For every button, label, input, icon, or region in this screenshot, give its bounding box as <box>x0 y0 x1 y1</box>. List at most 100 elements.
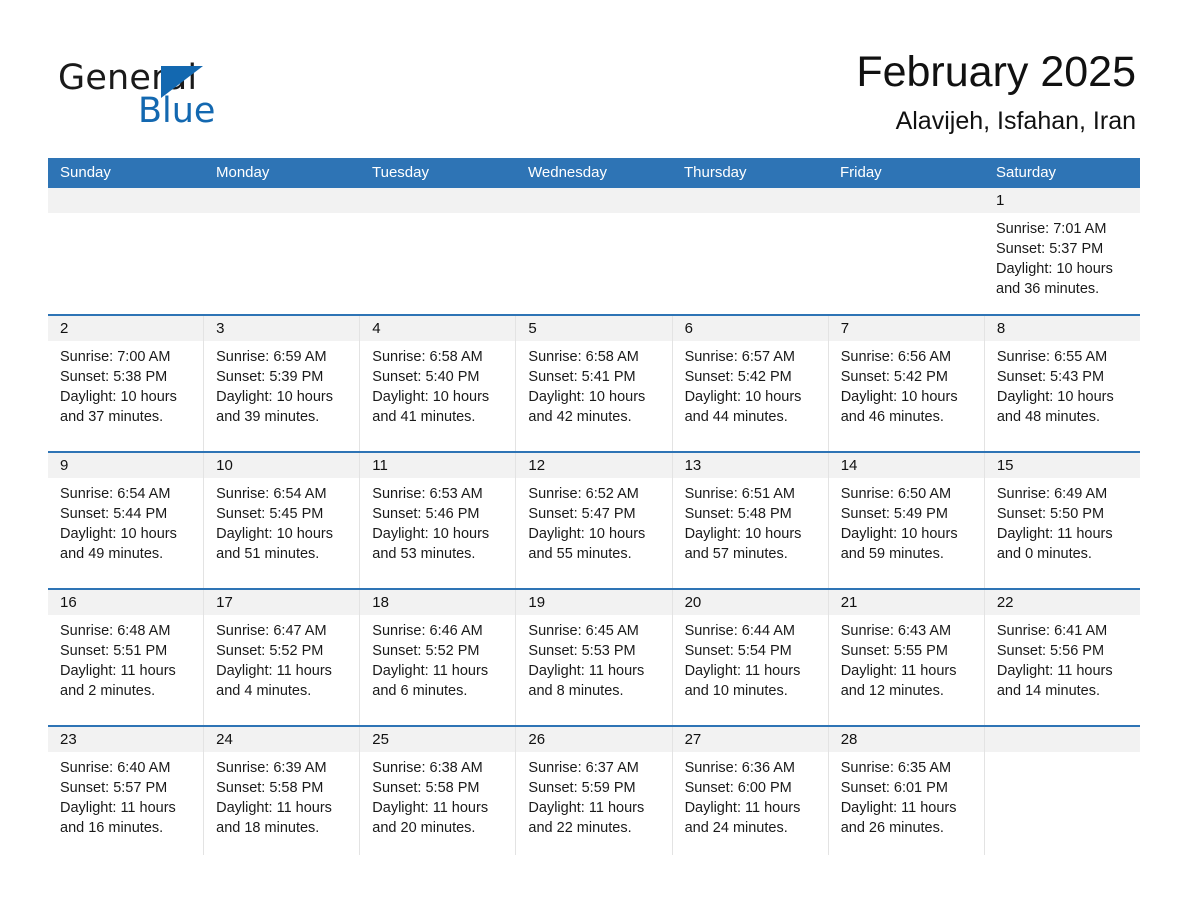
sunrise-text: Sunrise: 6:43 AM <box>840 623 952 639</box>
day-cell[interactable]: 21 Sunrise: 6:43 AM Sunset: 5:55 PM Dayligh… <box>828 590 985 725</box>
day-cell[interactable]: 10 Sunrise: 6:54 AM Sunset: 5:45 PM Dayligh… <box>204 453 361 588</box>
day-cell[interactable]: 8 Sunrise: 6:55 AM Sunset: 5:43 PM Daylight… <box>984 316 1140 451</box>
sunrise-text: Sunrise: 6:56 AM <box>840 349 952 365</box>
day-cell[interactable]: 17 Sunrise: 6:47 AM Sunset: 5:52 PM Dayligh… <box>204 590 361 725</box>
daylight-text: Daylight: 11 hours and 10 minutes. <box>684 663 801 699</box>
day-number: 17 <box>204 590 360 615</box>
day-number: 26 <box>516 727 672 752</box>
sunset-text: Sunset: 5:59 PM <box>528 780 636 796</box>
day-cell[interactable]: 15 Sunrise: 6:49 AM Sunset: 5:50 PM Dayligh… <box>984 453 1140 588</box>
day-cell[interactable]: 22 Sunrise: 6:41 AM Sunset: 5:56 PM Dayligh… <box>984 590 1140 725</box>
day-details: Sunrise: 6:48 AM Sunset: 5:51 PM Daylight:… <box>48 615 203 701</box>
page-title: February 2025 <box>856 48 1136 96</box>
day-cell[interactable]: 26 Sunrise: 6:37 AM Sunset: 5:59 PM Dayligh… <box>516 727 673 855</box>
sunrise-text: Sunrise: 6:44 AM <box>684 623 795 639</box>
day-number: 24 <box>204 727 360 752</box>
day-cell[interactable]: 9 Sunrise: 6:54 AM Sunset: 5:44 PM Daylight… <box>48 453 205 588</box>
weekday-header-sunday: Sunday <box>60 164 111 181</box>
day-cell[interactable]: 4 Sunrise: 6:58 AM Sunset: 5:40 PM Daylight… <box>360 316 517 451</box>
day-details: Sunrise: 6:54 AM Sunset: 5:44 PM Daylight:… <box>48 478 203 564</box>
day-cell[interactable]: 11 Sunrise: 6:53 AM Sunset: 5:46 PM Dayligh… <box>360 453 517 588</box>
day-cell[interactable]: 13 Sunrise: 6:51 AM Sunset: 5:48 PM Dayligh… <box>672 453 829 588</box>
sunrise-text: Sunrise: 6:53 AM <box>372 486 483 502</box>
sunrise-text: Sunrise: 6:46 AM <box>372 623 483 639</box>
calendar-week-row: 2 Sunrise: 7:00 AM Sunset: 5:38 PM Daylight… <box>48 314 1140 451</box>
day-details: Sunrise: 6:51 AM Sunset: 5:48 PM Daylight:… <box>673 478 828 564</box>
sunrise-text: Sunrise: 6:54 AM <box>216 486 327 502</box>
day-cell[interactable]: 20 Sunrise: 6:44 AM Sunset: 5:54 PM Dayligh… <box>672 590 829 725</box>
day-cell[interactable]: 23 Sunrise: 6:40 AM Sunset: 5:57 PM Dayligh… <box>48 727 205 855</box>
day-cell[interactable]: 18 Sunrise: 6:46 AM Sunset: 5:52 PM Dayligh… <box>360 590 517 725</box>
day-cell[interactable]: 5 Sunrise: 6:58 AM Sunset: 5:41 PM Daylight… <box>516 316 673 451</box>
sunrise-text: Sunrise: 6:41 AM <box>996 623 1108 639</box>
day-cell[interactable]: 2 Sunrise: 7:00 AM Sunset: 5:38 PM Daylight… <box>48 316 205 451</box>
sunset-text: Sunset: 5:49 PM <box>840 506 948 522</box>
daylight-text: Daylight: 10 hours and 59 minutes. <box>840 526 958 562</box>
sunset-text: Sunset: 5:38 PM <box>60 369 168 385</box>
calendar-week-row: 16 Sunrise: 6:48 AM Sunset: 5:51 PM Dayligh… <box>48 588 1140 725</box>
day-cell-empty <box>516 188 672 314</box>
sunset-text: Sunset: 5:40 PM <box>372 369 480 385</box>
sunrise-text: Sunrise: 6:36 AM <box>684 760 795 776</box>
daylight-text: Daylight: 11 hours and 2 minutes. <box>60 663 176 699</box>
day-details: Sunrise: 6:35 AM Sunset: 6:01 PM Daylight:… <box>829 752 984 838</box>
sunset-text: Sunset: 6:01 PM <box>840 780 948 796</box>
daylight-text: Daylight: 10 hours and 53 minutes. <box>372 526 490 562</box>
day-cell[interactable]: 1 Sunrise: 7:01 AM Sunset: 5:37 PM Daylight… <box>984 188 1140 314</box>
day-details: Sunrise: 6:54 AM Sunset: 5:45 PM Daylight:… <box>204 478 359 564</box>
day-details: Sunrise: 6:53 AM Sunset: 5:46 PM Daylight:… <box>360 478 515 564</box>
day-details: Sunrise: 6:41 AM Sunset: 5:56 PM Daylight:… <box>985 615 1140 701</box>
sunrise-text: Sunrise: 6:45 AM <box>528 623 639 639</box>
day-cell[interactable]: 14 Sunrise: 6:50 AM Sunset: 5:49 PM Dayligh… <box>828 453 985 588</box>
title-block: February 2025 Alavijeh, Isfahan, Iran <box>856 44 1136 138</box>
day-cell-empty <box>360 188 516 314</box>
calendar-grid: Sunday Monday Tuesday Wednesday Thursday… <box>48 158 1140 855</box>
day-details: Sunrise: 6:50 AM Sunset: 5:49 PM Daylight:… <box>829 478 984 564</box>
daylight-text: Daylight: 11 hours and 18 minutes. <box>216 800 332 836</box>
sunset-text: Sunset: 5:37 PM <box>996 241 1104 257</box>
daylight-text: Daylight: 10 hours and 55 minutes. <box>528 526 646 562</box>
sunset-text: Sunset: 5:56 PM <box>996 643 1105 659</box>
daylight-text: Daylight: 11 hours and 26 minutes. <box>840 800 957 836</box>
day-details: Sunrise: 6:56 AM Sunset: 5:42 PM Daylight:… <box>829 341 984 427</box>
general-blue-logo: General Blue <box>58 58 318 138</box>
day-details: Sunrise: 6:58 AM Sunset: 5:41 PM Daylight:… <box>516 341 671 427</box>
day-number: 1 <box>984 188 1140 213</box>
sunrise-text: Sunrise: 6:57 AM <box>684 349 795 365</box>
day-number: 16 <box>48 590 204 615</box>
day-cell[interactable]: 19 Sunrise: 6:45 AM Sunset: 5:53 PM Dayligh… <box>516 590 673 725</box>
day-details: Sunrise: 6:45 AM Sunset: 5:53 PM Daylight:… <box>516 615 671 701</box>
day-details: Sunrise: 6:40 AM Sunset: 5:57 PM Daylight:… <box>48 752 203 838</box>
day-number: 22 <box>984 590 1140 615</box>
day-cell[interactable]: 12 Sunrise: 6:52 AM Sunset: 5:47 PM Dayligh… <box>516 453 673 588</box>
daylight-text: Daylight: 11 hours and 8 minutes. <box>528 663 645 699</box>
sunset-text: Sunset: 5:58 PM <box>216 780 324 796</box>
day-cell[interactable]: 24 Sunrise: 6:39 AM Sunset: 5:58 PM Dayligh… <box>204 727 361 855</box>
day-cell[interactable]: 3 Sunrise: 6:59 AM Sunset: 5:39 PM Daylight… <box>204 316 361 451</box>
sunrise-text: Sunrise: 7:00 AM <box>60 349 171 365</box>
day-number <box>360 188 516 213</box>
page-subtitle: Alavijeh, Isfahan, Iran <box>895 107 1136 135</box>
day-cell[interactable]: 6 Sunrise: 6:57 AM Sunset: 5:42 PM Daylight… <box>672 316 829 451</box>
sunset-text: Sunset: 5:43 PM <box>996 369 1105 385</box>
sunrise-text: Sunrise: 6:52 AM <box>528 486 639 502</box>
sunrise-text: Sunrise: 6:58 AM <box>372 349 483 365</box>
day-number <box>48 188 204 213</box>
sunrise-text: Sunrise: 6:54 AM <box>60 486 171 502</box>
sunset-text: Sunset: 5:39 PM <box>216 369 324 385</box>
day-cell[interactable]: 16 Sunrise: 6:48 AM Sunset: 5:51 PM Dayligh… <box>48 590 205 725</box>
day-cell[interactable]: 25 Sunrise: 6:38 AM Sunset: 5:58 PM Dayligh… <box>360 727 517 855</box>
day-number: 2 <box>48 316 204 341</box>
day-number: 15 <box>984 453 1140 478</box>
day-cell[interactable]: 27 Sunrise: 6:36 AM Sunset: 6:00 PM Dayligh… <box>672 727 829 855</box>
sunrise-text: Sunrise: 6:40 AM <box>60 760 171 776</box>
daylight-text: Daylight: 11 hours and 12 minutes. <box>840 663 957 699</box>
daylight-text: Daylight: 11 hours and 0 minutes. <box>996 526 1113 562</box>
day-number: 21 <box>828 590 984 615</box>
weekday-header-monday: Monday <box>216 164 270 181</box>
weekday-header-wednesday: Wednesday <box>528 164 607 181</box>
day-cell[interactable]: 7 Sunrise: 6:56 AM Sunset: 5:42 PM Daylight… <box>828 316 985 451</box>
day-number: 18 <box>360 590 516 615</box>
day-cell[interactable]: 28 Sunrise: 6:35 AM Sunset: 6:01 PM Dayligh… <box>828 727 985 855</box>
sunset-text: Sunset: 5:42 PM <box>684 369 792 385</box>
